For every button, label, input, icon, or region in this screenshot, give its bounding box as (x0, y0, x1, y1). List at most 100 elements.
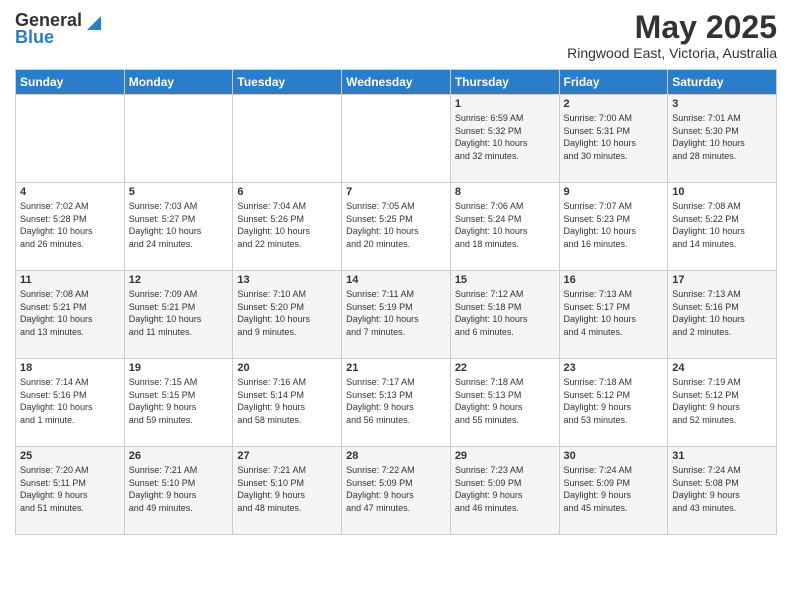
logo-triangle-icon (83, 12, 101, 30)
calendar-cell: 29 Sunrise: 7:23 AM Sunset: 5:09 PM Dayli… (450, 447, 559, 535)
day-number: 27 (237, 450, 337, 462)
calendar-cell: 6 Sunrise: 7:04 AM Sunset: 5:26 PM Daylig… (233, 183, 342, 271)
calendar-cell: 17 Sunrise: 7:13 AM Sunset: 5:16 PM Dayli… (668, 271, 777, 359)
day-info: Sunrise: 7:13 AM Sunset: 5:17 PM Dayligh… (564, 288, 664, 338)
calendar-cell: 22 Sunrise: 7:18 AM Sunset: 5:13 PM Dayli… (450, 359, 559, 447)
day-info: Sunrise: 7:14 AM Sunset: 5:16 PM Dayligh… (20, 376, 120, 426)
location-text: Ringwood East, Victoria, Australia (567, 45, 777, 61)
day-number: 14 (346, 274, 446, 286)
day-header-friday: Friday (559, 70, 668, 95)
calendar-table: SundayMondayTuesdayWednesdayThursdayFrid… (15, 69, 777, 535)
day-number: 8 (455, 186, 555, 198)
month-title: May 2025 (567, 10, 777, 45)
day-info: Sunrise: 7:20 AM Sunset: 5:11 PM Dayligh… (20, 464, 120, 514)
week-row-5: 25 Sunrise: 7:20 AM Sunset: 5:11 PM Dayli… (16, 447, 777, 535)
day-number: 17 (672, 274, 772, 286)
day-header-saturday: Saturday (668, 70, 777, 95)
day-info: Sunrise: 7:21 AM Sunset: 5:10 PM Dayligh… (129, 464, 229, 514)
week-row-3: 11Sunrise: 7:08 AM Sunset: 5:21 PM Dayli… (16, 271, 777, 359)
calendar-cell: 28 Sunrise: 7:22 AM Sunset: 5:09 PM Dayli… (342, 447, 451, 535)
calendar-cell: 15 Sunrise: 7:12 AM Sunset: 5:18 PM Dayli… (450, 271, 559, 359)
calendar-cell: 10 Sunrise: 7:08 AM Sunset: 5:22 PM Dayli… (668, 183, 777, 271)
calendar-cell: 12 Sunrise: 7:09 AM Sunset: 5:21 PM Dayli… (124, 271, 233, 359)
day-number: 29 (455, 450, 555, 462)
day-number: 9 (564, 186, 664, 198)
day-info: Sunrise: 7:01 AM Sunset: 5:30 PM Dayligh… (672, 112, 772, 162)
day-info: Sunrise: 7:04 AM Sunset: 5:26 PM Dayligh… (237, 200, 337, 250)
logo-blue-text: Blue (15, 27, 54, 48)
day-info: Sunrise: 7:08 AM Sunset: 5:21 PM Dayligh… (20, 288, 120, 338)
day-number: 5 (129, 186, 229, 198)
day-header-wednesday: Wednesday (342, 70, 451, 95)
calendar-cell: 30 Sunrise: 7:24 AM Sunset: 5:09 PM Dayli… (559, 447, 668, 535)
day-number: 3 (672, 98, 772, 110)
day-number: 7 (346, 186, 446, 198)
day-info: Sunrise: 7:08 AM Sunset: 5:22 PM Dayligh… (672, 200, 772, 250)
day-info: Sunrise: 7:22 AM Sunset: 5:09 PM Dayligh… (346, 464, 446, 514)
day-header-monday: Monday (124, 70, 233, 95)
calendar-cell: 24Sunrise: 7:19 AM Sunset: 5:12 PM Dayli… (668, 359, 777, 447)
day-header-row: SundayMondayTuesdayWednesdayThursdayFrid… (16, 70, 777, 95)
day-info: Sunrise: 7:17 AM Sunset: 5:13 PM Dayligh… (346, 376, 446, 426)
calendar-cell: 5 Sunrise: 7:03 AM Sunset: 5:27 PM Daylig… (124, 183, 233, 271)
day-info: Sunrise: 7:13 AM Sunset: 5:16 PM Dayligh… (672, 288, 772, 338)
day-header-tuesday: Tuesday (233, 70, 342, 95)
title-block: May 2025 Ringwood East, Victoria, Austra… (567, 10, 777, 61)
calendar-cell: 31Sunrise: 7:24 AM Sunset: 5:08 PM Dayli… (668, 447, 777, 535)
day-info: Sunrise: 6:59 AM Sunset: 5:32 PM Dayligh… (455, 112, 555, 162)
calendar-cell: 8 Sunrise: 7:06 AM Sunset: 5:24 PM Daylig… (450, 183, 559, 271)
day-number: 2 (564, 98, 664, 110)
day-info: Sunrise: 7:16 AM Sunset: 5:14 PM Dayligh… (237, 376, 337, 426)
calendar-cell: 7Sunrise: 7:05 AM Sunset: 5:25 PM Daylig… (342, 183, 451, 271)
day-info: Sunrise: 7:18 AM Sunset: 5:12 PM Dayligh… (564, 376, 664, 426)
day-number: 12 (129, 274, 229, 286)
calendar-cell: 11Sunrise: 7:08 AM Sunset: 5:21 PM Dayli… (16, 271, 125, 359)
day-number: 6 (237, 186, 337, 198)
day-number: 19 (129, 362, 229, 374)
day-number: 24 (672, 362, 772, 374)
day-header-sunday: Sunday (16, 70, 125, 95)
logo: General Blue (15, 10, 101, 48)
calendar-cell: 4Sunrise: 7:02 AM Sunset: 5:28 PM Daylig… (16, 183, 125, 271)
day-info: Sunrise: 7:23 AM Sunset: 5:09 PM Dayligh… (455, 464, 555, 514)
day-number: 1 (455, 98, 555, 110)
calendar-cell: 25 Sunrise: 7:20 AM Sunset: 5:11 PM Dayli… (16, 447, 125, 535)
page-header: General Blue May 2025 Ringwood East, Vic… (15, 10, 777, 61)
day-info: Sunrise: 7:18 AM Sunset: 5:13 PM Dayligh… (455, 376, 555, 426)
day-number: 26 (129, 450, 229, 462)
day-info: Sunrise: 7:24 AM Sunset: 5:08 PM Dayligh… (672, 464, 772, 514)
calendar-cell: 20 Sunrise: 7:16 AM Sunset: 5:14 PM Dayli… (233, 359, 342, 447)
day-number: 28 (346, 450, 446, 462)
calendar-cell: 23Sunrise: 7:18 AM Sunset: 5:12 PM Dayli… (559, 359, 668, 447)
day-number: 10 (672, 186, 772, 198)
day-number: 4 (20, 186, 120, 198)
day-info: Sunrise: 7:12 AM Sunset: 5:18 PM Dayligh… (455, 288, 555, 338)
day-number: 30 (564, 450, 664, 462)
day-info: Sunrise: 7:09 AM Sunset: 5:21 PM Dayligh… (129, 288, 229, 338)
week-row-2: 4Sunrise: 7:02 AM Sunset: 5:28 PM Daylig… (16, 183, 777, 271)
day-info: Sunrise: 7:06 AM Sunset: 5:24 PM Dayligh… (455, 200, 555, 250)
calendar-cell: 13 Sunrise: 7:10 AM Sunset: 5:20 PM Dayli… (233, 271, 342, 359)
calendar-cell (16, 95, 125, 183)
day-number: 18 (20, 362, 120, 374)
day-info: Sunrise: 7:03 AM Sunset: 5:27 PM Dayligh… (129, 200, 229, 250)
day-number: 20 (237, 362, 337, 374)
day-number: 15 (455, 274, 555, 286)
day-info: Sunrise: 7:24 AM Sunset: 5:09 PM Dayligh… (564, 464, 664, 514)
day-info: Sunrise: 7:11 AM Sunset: 5:19 PM Dayligh… (346, 288, 446, 338)
calendar-cell (124, 95, 233, 183)
week-row-1: 1 Sunrise: 6:59 AM Sunset: 5:32 PM Daylig… (16, 95, 777, 183)
calendar-cell (342, 95, 451, 183)
day-number: 13 (237, 274, 337, 286)
day-info: Sunrise: 7:21 AM Sunset: 5:10 PM Dayligh… (237, 464, 337, 514)
calendar-cell: 26 Sunrise: 7:21 AM Sunset: 5:10 PM Dayli… (124, 447, 233, 535)
calendar-cell: 16Sunrise: 7:13 AM Sunset: 5:17 PM Dayli… (559, 271, 668, 359)
day-info: Sunrise: 7:10 AM Sunset: 5:20 PM Dayligh… (237, 288, 337, 338)
calendar-cell: 21 Sunrise: 7:17 AM Sunset: 5:13 PM Dayli… (342, 359, 451, 447)
day-number: 21 (346, 362, 446, 374)
calendar-cell: 1 Sunrise: 6:59 AM Sunset: 5:32 PM Daylig… (450, 95, 559, 183)
day-number: 22 (455, 362, 555, 374)
calendar-cell (233, 95, 342, 183)
day-number: 25 (20, 450, 120, 462)
calendar-cell: 9Sunrise: 7:07 AM Sunset: 5:23 PM Daylig… (559, 183, 668, 271)
